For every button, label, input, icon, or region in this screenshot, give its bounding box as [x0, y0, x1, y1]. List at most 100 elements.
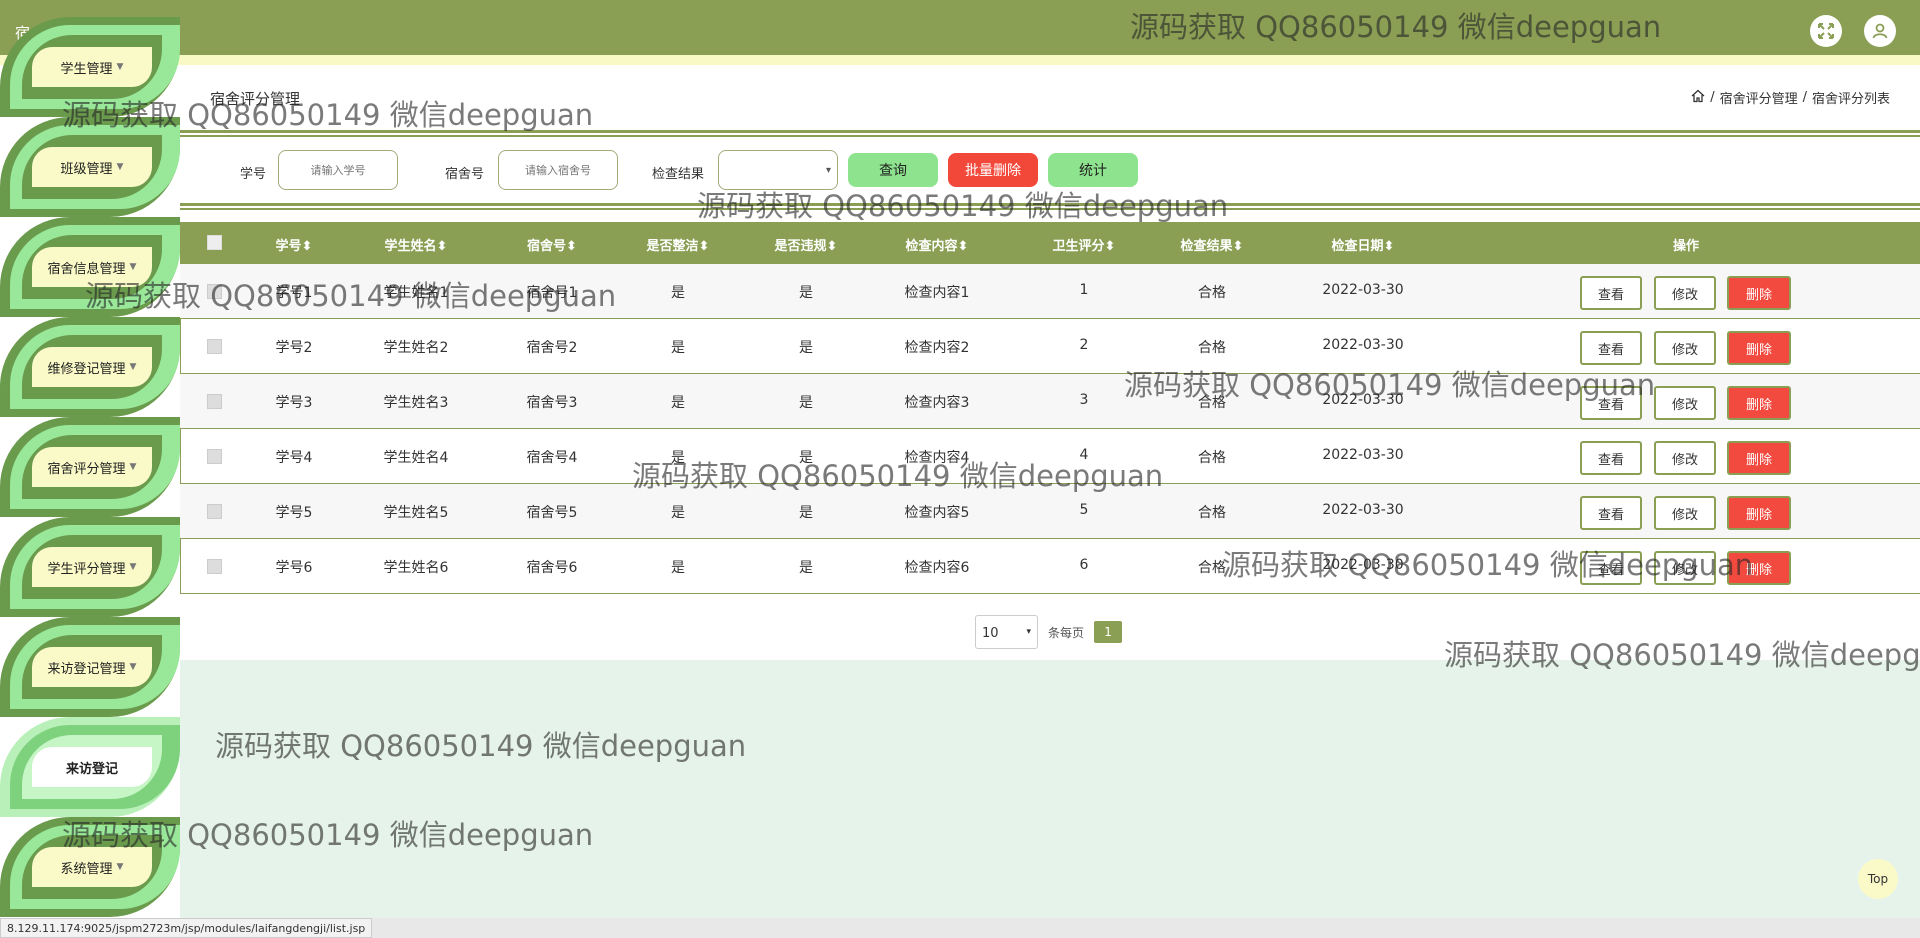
sidebar-item[interactable]: 维修登记管理 ▼	[0, 317, 180, 417]
table-cell: 学生姓名1	[383, 285, 449, 301]
sidebar-item[interactable]: 宿舍信息管理 ▼	[0, 217, 180, 317]
fullscreen-icon[interactable]	[1810, 15, 1842, 47]
table-cell: 学号2	[275, 340, 313, 356]
row-checkbox[interactable]	[207, 394, 222, 409]
content-background	[180, 660, 1920, 920]
view-button[interactable]: 查看	[1580, 276, 1642, 310]
table-cell: 5	[1079, 502, 1089, 518]
sort-icon: ⬍	[566, 239, 577, 254]
chevron-down-icon: ▾	[825, 165, 831, 176]
stats-button[interactable]: 统计	[1048, 153, 1138, 187]
delete-button[interactable]: 删除	[1727, 386, 1791, 420]
breadcrumb-item: 宿舍评分列表	[1811, 92, 1890, 107]
sidebar-item-pill[interactable]: 来访登记	[32, 747, 152, 787]
column-header-label: 检查内容	[905, 239, 958, 254]
back-to-top-button[interactable]: Top	[1858, 859, 1898, 899]
user-icon[interactable]	[1864, 15, 1896, 47]
sidebar-item-pill[interactable]: 维修登记管理 ▼	[32, 347, 152, 387]
chevron-down-icon: ▼	[129, 562, 137, 572]
student-no-label: 学号	[240, 167, 267, 182]
column-header[interactable]: 检查日期⬍	[1332, 235, 1395, 254]
student-no-input[interactable]	[278, 150, 398, 190]
column-header: 操作	[1673, 235, 1699, 254]
sidebar-item[interactable]: 班级管理 ▼	[0, 117, 180, 217]
edit-button[interactable]: 修改	[1654, 496, 1716, 530]
column-header[interactable]: 学号⬍	[276, 235, 313, 254]
sidebar-item-pill[interactable]: 宿舍评分管理 ▼	[32, 447, 152, 487]
breadcrumb-item[interactable]: 宿舍评分管理	[1720, 88, 1798, 107]
table-cell: 学生姓名6	[383, 560, 449, 576]
delete-button[interactable]: 删除	[1727, 441, 1791, 475]
edit-button[interactable]: 修改	[1654, 441, 1716, 475]
table-cell: 6	[1079, 557, 1089, 573]
sidebar-item[interactable]: 宿舍评分管理 ▼	[0, 417, 180, 517]
sidebar-item-pill[interactable]: 系统管理 ▼	[32, 847, 152, 887]
delete-button[interactable]: 删除	[1727, 551, 1791, 585]
sort-icon: ⬍	[1383, 239, 1395, 254]
delete-button[interactable]: 删除	[1727, 331, 1791, 365]
view-button[interactable]: 查看	[1580, 441, 1642, 475]
column-header[interactable]: 卫生评分⬍	[1053, 235, 1116, 254]
table-cell: 是	[671, 505, 685, 521]
edit-button[interactable]: 修改	[1654, 386, 1716, 420]
edit-button[interactable]: 修改	[1654, 551, 1716, 585]
sidebar-item[interactable]: 学生评分管理 ▼	[0, 517, 180, 617]
edit-button[interactable]: 修改	[1654, 331, 1716, 365]
home-icon[interactable]	[1691, 89, 1705, 107]
column-header-label: 是否整洁	[646, 239, 699, 254]
column-header-label: 检查日期	[1331, 239, 1384, 254]
column-header[interactable]: 宿舍号⬍	[527, 235, 577, 254]
pagination: 10 ▾ 条每页 1	[975, 615, 1123, 649]
sidebar-item[interactable]: 来访登记管理 ▼	[0, 617, 180, 717]
sidebar-item-label: 学生评分管理	[47, 561, 126, 577]
delete-button[interactable]: 删除	[1727, 276, 1791, 310]
sidebar-item-pill[interactable]: 来访登记管理 ▼	[32, 647, 152, 687]
row-checkbox[interactable]	[207, 449, 222, 464]
column-header[interactable]: 是否违规⬍	[775, 235, 838, 254]
sidebar-item-label: 来访登记	[65, 761, 118, 777]
table-cell: 是	[671, 450, 685, 466]
column-header[interactable]: 检查结果⬍	[1181, 235, 1244, 254]
delete-button[interactable]: 删除	[1727, 496, 1791, 530]
search-bar: 学号 宿舍号 检查结果 ▾ 查询 批量删除 统计	[180, 145, 1920, 197]
result-select[interactable]: ▾	[718, 150, 838, 190]
edit-button[interactable]: 修改	[1654, 276, 1716, 310]
column-header-label: 卫生评分	[1052, 239, 1105, 254]
column-header[interactable]: 是否整洁⬍	[647, 235, 710, 254]
sidebar-item-pill[interactable]: 宿舍信息管理 ▼	[32, 247, 152, 287]
sidebar-item-pill[interactable]: 学生评分管理 ▼	[32, 547, 152, 587]
view-button[interactable]: 查看	[1580, 386, 1642, 420]
table-cell: 学号4	[275, 450, 313, 466]
sidebar-item[interactable]: 系统管理 ▼	[0, 817, 180, 917]
view-button[interactable]: 查看	[1580, 331, 1642, 365]
table-cell: 4	[1079, 447, 1089, 463]
row-checkbox[interactable]	[207, 284, 222, 299]
query-button[interactable]: 查询	[848, 153, 938, 187]
row-checkbox[interactable]	[207, 559, 222, 574]
column-header[interactable]: 检查内容⬍	[906, 235, 969, 254]
page-size-select[interactable]: 10 ▾	[975, 615, 1038, 649]
table-cell: 学生姓名2	[383, 340, 449, 356]
row-checkbox[interactable]	[207, 504, 222, 519]
table-cell: 检查内容5	[904, 505, 970, 521]
select-all-checkbox[interactable]	[207, 235, 222, 250]
batch-delete-button[interactable]: 批量删除	[948, 153, 1038, 187]
table-header: 学号⬍ 学生姓名⬍ 宿舍号⬍ 是否整洁⬍ 是否违规⬍ 检查内容⬍ 卫生评分⬍ 检查结果⬍ 检查日…	[180, 222, 1920, 264]
table-row: 学号2 学生姓名2 宿舍号2 是 是 检查内容2 2 合格 2022-03-30 查看 修改 删除	[180, 319, 1920, 374]
page-number[interactable]: 1	[1094, 621, 1123, 643]
sidebar-item[interactable]: 学生管理 ▼	[0, 17, 180, 117]
sidebar-item-label: 维修登记管理	[47, 361, 126, 377]
top-bar: 宿舍管理系统	[0, 0, 1920, 55]
table-cell: 是	[799, 505, 813, 521]
table-cell: 检查内容6	[904, 560, 970, 576]
table-cell: 合格	[1198, 395, 1226, 411]
dorm-no-input[interactable]	[498, 150, 618, 190]
column-header[interactable]: 学生姓名⬍	[385, 235, 448, 254]
row-checkbox[interactable]	[207, 339, 222, 354]
sidebar-item-pill[interactable]: 班级管理 ▼	[32, 147, 152, 187]
sidebar-item[interactable]: 来访登记	[0, 717, 180, 817]
view-button[interactable]: 查看	[1580, 496, 1642, 530]
column-header-label: 操作	[1672, 239, 1700, 254]
sidebar-item-pill[interactable]: 学生管理 ▼	[32, 47, 152, 87]
view-button[interactable]: 查看	[1580, 551, 1642, 585]
